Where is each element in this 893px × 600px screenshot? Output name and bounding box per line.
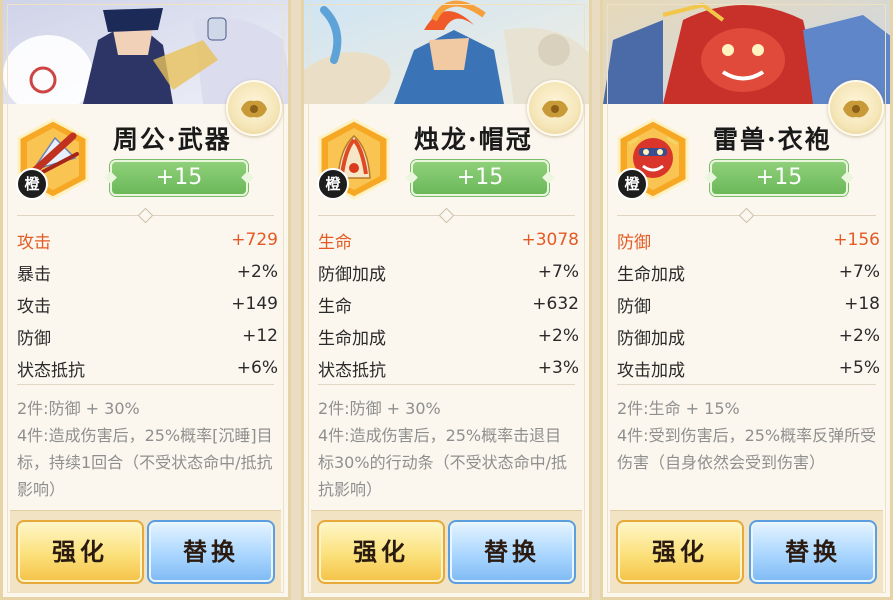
set-bonus: 2件:生命 + 15% 4件:受到伤害后，25%概率反弹所受伤害（自身依然会受到… [617, 395, 878, 476]
stat-value: +149 [231, 294, 278, 314]
equip-name: 雷兽·衣袍 [713, 125, 832, 154]
replace-button[interactable]: 替换 [147, 520, 275, 584]
action-bar: 强化 替换 [311, 510, 582, 593]
main-stat-row: 生命 +3078 [318, 224, 581, 256]
set-bonus-2: 2件:防御 + 30% [17, 399, 140, 418]
stat-value: +3078 [521, 230, 579, 250]
stat-value: +18 [844, 294, 880, 314]
jade-badge-icon[interactable] [828, 80, 884, 136]
replace-button[interactable]: 替换 [749, 520, 877, 584]
stat-value: +3% [537, 358, 579, 378]
stat-label: 防御 [617, 232, 651, 253]
stat-value: +2% [537, 326, 579, 346]
stat-label: 攻击 [17, 296, 51, 317]
stat-value: +5% [838, 358, 880, 378]
stat-label: 暴击 [17, 264, 51, 285]
sub-stat-row: 防御 +12 [17, 320, 280, 352]
stat-label: 攻击加成 [617, 360, 685, 381]
enhance-button[interactable]: 强化 [16, 520, 144, 584]
enhance-button[interactable]: 强化 [616, 520, 744, 584]
helmet-crown-icon[interactable]: 橙 [316, 118, 392, 200]
sub-stat-row: 防御加成 +7% [318, 256, 581, 288]
stat-label: 生命加成 [617, 264, 685, 285]
divider-gem-icon [438, 207, 454, 224]
stat-label: 攻击 [17, 232, 51, 253]
stat-value: +7% [537, 262, 579, 282]
sub-stat-row: 状态抵抗 +3% [318, 352, 581, 384]
action-bar: 强化 替换 [610, 510, 883, 593]
stat-value: +2% [236, 262, 278, 282]
sub-stat-row: 防御 +18 [617, 288, 882, 320]
sub-stat-row: 防御加成 +2% [617, 320, 882, 352]
sub-stat-row: 生命 +632 [318, 288, 581, 320]
stat-label: 状态抵抗 [17, 360, 85, 381]
sub-stat-row: 攻击加成 +5% [617, 352, 882, 384]
equipment-card: 橙 雷兽·衣袍 +15 防御 +156 生命加成 +7% 防御 +18 防御加成… [600, 0, 893, 600]
level-badge: +15 [411, 160, 549, 196]
beast-robe-icon[interactable]: 橙 [615, 118, 691, 200]
sub-stat-row: 暴击 +2% [17, 256, 280, 288]
stat-list: 防御 +156 生命加成 +7% 防御 +18 防御加成 +2% 攻击加成 +5… [617, 224, 882, 384]
stat-label: 防御加成 [617, 328, 685, 349]
enhance-button[interactable]: 强化 [317, 520, 445, 584]
stat-list: 生命 +3078 防御加成 +7% 生命 +632 生命加成 +2% 状态抵抗 … [318, 224, 581, 384]
divider-gem-icon [738, 207, 754, 224]
stat-label: 生命 [318, 232, 352, 253]
quality-badge: 橙 [616, 168, 648, 200]
action-bar: 强化 替换 [10, 510, 281, 593]
set-bonus-2: 2件:防御 + 30% [318, 399, 441, 418]
equipment-card: 橙 烛龙·帽冠 +15 生命 +3078 防御加成 +7% 生命 +632 生命… [301, 0, 592, 600]
equip-name: 周公·武器 [113, 125, 232, 154]
stat-label: 生命加成 [318, 328, 386, 349]
quality-badge: 橙 [317, 168, 349, 200]
main-stat-row: 攻击 +729 [17, 224, 280, 256]
set-bonus-4: 4件:受到伤害后，25%概率反弹所受伤害（自身依然会受到伤害） [617, 426, 877, 472]
set-bonus: 2件:防御 + 30% 4件:造成伤害后，25%概率击退目标30%的行动条（不受… [318, 395, 577, 503]
jade-badge-icon[interactable] [226, 80, 282, 136]
stat-value: +7% [838, 262, 880, 282]
stat-value: +156 [833, 230, 880, 250]
divider-gem-icon [137, 207, 153, 224]
stat-list: 攻击 +729 暴击 +2% 攻击 +149 防御 +12 状态抵抗 +6% [17, 224, 280, 384]
stat-value: +6% [236, 358, 278, 378]
stat-value: +12 [242, 326, 278, 346]
sub-stat-row: 状态抵抗 +6% [17, 352, 280, 384]
jade-badge-icon[interactable] [527, 80, 583, 136]
set-bonus-4: 4件:造成伤害后，25%概率击退目标30%的行动条（不受状态命中/抵抗影响） [318, 426, 567, 499]
stat-label: 防御加成 [318, 264, 386, 285]
level-badge: +15 [710, 160, 848, 196]
stat-value: +729 [231, 230, 278, 250]
equipment-card: 橙 周公·武器 +15 攻击 +729 暴击 +2% 攻击 +149 防御 +1… [0, 0, 291, 600]
set-bonus-4: 4件:造成伤害后，25%概率[沉睡]目标，持续1回合（不受状态命中/抵抗影响） [17, 426, 273, 499]
equip-name: 烛龙·帽冠 [414, 125, 533, 154]
stat-label: 状态抵抗 [318, 360, 386, 381]
stat-label: 生命 [318, 296, 352, 317]
sub-stat-row: 生命加成 +7% [617, 256, 882, 288]
set-bonus-2: 2件:生命 + 15% [617, 399, 740, 418]
fan-weapon-icon[interactable]: 橙 [15, 118, 91, 200]
stat-value: +632 [532, 294, 579, 314]
level-badge: +15 [110, 160, 248, 196]
replace-button[interactable]: 替换 [448, 520, 576, 584]
sub-stat-row: 生命加成 +2% [318, 320, 581, 352]
quality-badge: 橙 [16, 168, 48, 200]
set-bonus: 2件:防御 + 30% 4件:造成伤害后，25%概率[沉睡]目标，持续1回合（不… [17, 395, 276, 503]
stat-label: 防御 [617, 296, 651, 317]
divider [17, 384, 274, 385]
divider [617, 384, 876, 385]
sub-stat-row: 攻击 +149 [17, 288, 280, 320]
stat-label: 防御 [17, 328, 51, 349]
divider [318, 384, 575, 385]
stat-value: +2% [838, 326, 880, 346]
main-stat-row: 防御 +156 [617, 224, 882, 256]
